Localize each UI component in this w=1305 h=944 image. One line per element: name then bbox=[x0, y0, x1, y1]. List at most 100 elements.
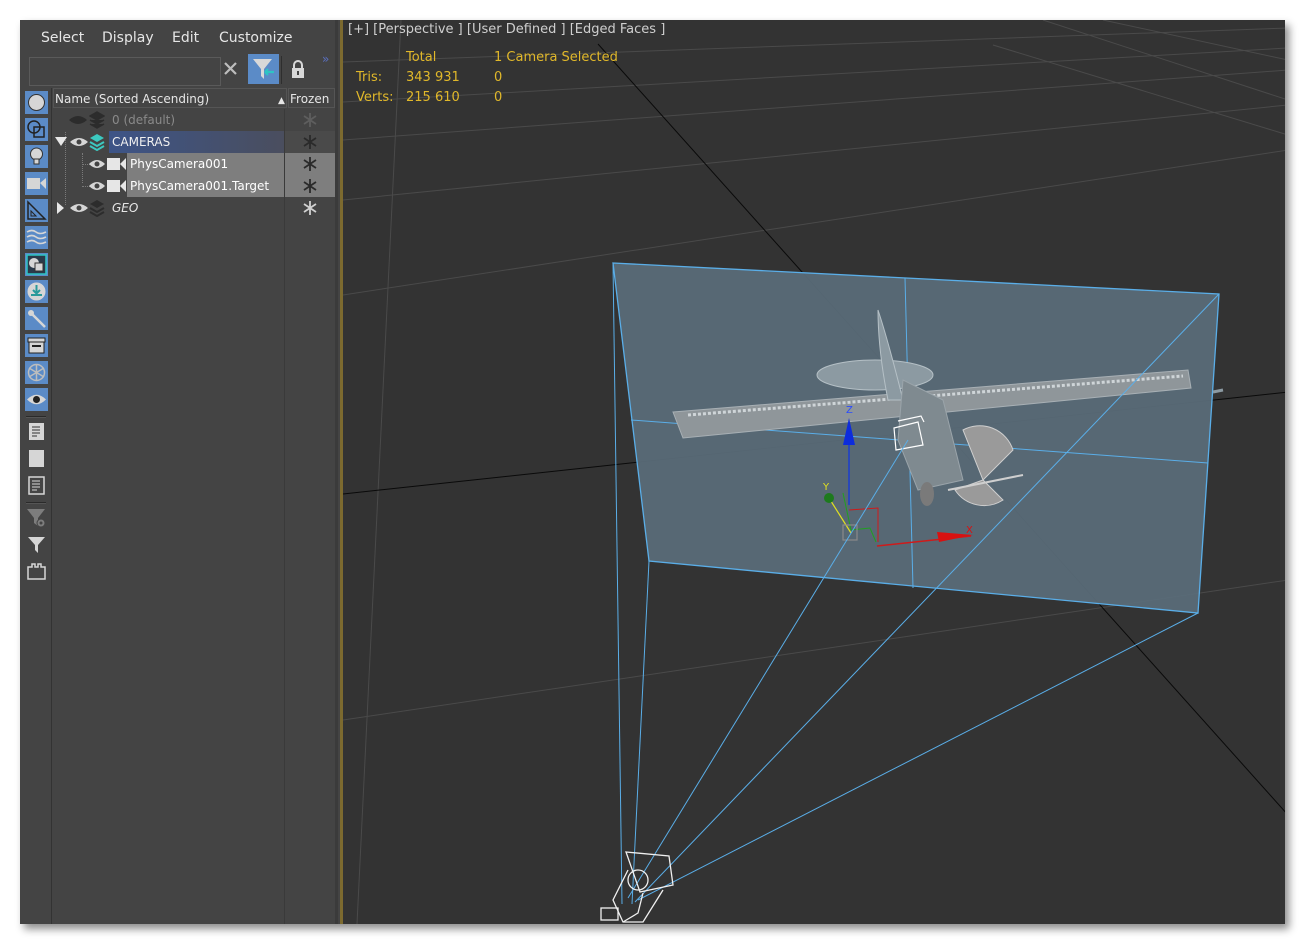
display-toolbar bbox=[20, 88, 52, 924]
display-bones-button[interactable] bbox=[25, 307, 48, 330]
stats-header-selected: 1 Camera Selected bbox=[494, 50, 618, 65]
display-xrefs-icon bbox=[27, 282, 46, 301]
grid-line bbox=[343, 47, 1285, 103]
frozen-toggle[interactable] bbox=[285, 175, 335, 197]
display-shapes-button[interactable] bbox=[25, 118, 48, 141]
visible-eye-icon[interactable] bbox=[88, 180, 106, 192]
display-helpers-button[interactable] bbox=[25, 199, 48, 222]
stats-tris-total: 343 931 bbox=[406, 70, 460, 85]
grid-line bbox=[343, 104, 1285, 201]
close-icon bbox=[224, 62, 237, 75]
lock-button[interactable] bbox=[290, 58, 306, 80]
stats-verts-label: Verts: bbox=[356, 90, 394, 105]
toolbar-block-icon bbox=[27, 563, 46, 580]
display-containers-icon bbox=[27, 337, 46, 354]
frozen-toggle[interactable] bbox=[285, 197, 335, 219]
sort-ascending-icon: ▲ bbox=[278, 96, 285, 106]
snowflake-icon bbox=[303, 113, 317, 127]
snowflake-icon bbox=[303, 135, 317, 149]
display-all-button[interactable] bbox=[25, 420, 48, 443]
layer-stack-icon bbox=[89, 200, 105, 217]
visible-eye-icon[interactable] bbox=[69, 202, 89, 214]
display-frozen-icon bbox=[27, 363, 46, 382]
display-helpers-icon bbox=[27, 200, 47, 220]
tree-row-cameras-layer[interactable]: CAMERAS bbox=[52, 131, 335, 153]
row-label: GEO bbox=[112, 201, 139, 215]
menu-select[interactable]: Select bbox=[41, 30, 84, 46]
menu-display[interactable]: Display bbox=[102, 30, 154, 46]
frozen-toggle[interactable] bbox=[285, 109, 335, 131]
row-label: PhysCamera001.Target bbox=[127, 175, 285, 197]
tree-row-default-layer[interactable]: 0 (default) bbox=[52, 109, 335, 131]
perspective-viewport[interactable]: Z X Y [+] [Perspective] [User Defined]… bbox=[340, 20, 1285, 924]
invert-display-icon bbox=[28, 476, 45, 495]
display-hidden-icon bbox=[27, 394, 46, 405]
display-geometry-button[interactable] bbox=[25, 91, 48, 114]
toolbar-block-button[interactable] bbox=[25, 560, 48, 583]
display-cameras-button[interactable] bbox=[25, 172, 48, 195]
frozen-toggle[interactable] bbox=[285, 131, 335, 153]
expand-arrow-right-icon[interactable] bbox=[57, 202, 65, 214]
tree-row-physcamera001[interactable]: PhysCamera001 bbox=[52, 153, 335, 175]
active-layer-icon bbox=[89, 134, 105, 151]
toolbar-separator bbox=[26, 502, 46, 504]
menu-customize[interactable]: Customize bbox=[219, 30, 293, 46]
display-hidden-button[interactable] bbox=[25, 388, 48, 411]
stats-tris-selected: 0 bbox=[494, 70, 503, 85]
scene-tree: Name (Sorted Ascending) ▲ Frozen 0 (defa… bbox=[52, 87, 335, 924]
expand-toolbar-button[interactable]: » bbox=[322, 52, 329, 66]
row-label: PhysCamera001 bbox=[127, 153, 285, 175]
stats-verts-selected: 0 bbox=[494, 90, 503, 105]
row-label: CAMERAS bbox=[109, 131, 285, 153]
clear-search-button[interactable] bbox=[221, 58, 241, 80]
scene-explorer-panel: Select Display Edit Customize » Name (So… bbox=[20, 20, 338, 924]
grid-line bbox=[343, 69, 1285, 141]
filter-button[interactable] bbox=[25, 533, 48, 556]
gizmo-y-arrow bbox=[824, 493, 834, 503]
expand-arrow-down-icon[interactable] bbox=[55, 137, 67, 147]
search-input[interactable] bbox=[29, 57, 221, 86]
display-none-button[interactable] bbox=[25, 447, 48, 470]
grid-line bbox=[992, 44, 1285, 135]
stats-verts-total: 215 610 bbox=[406, 90, 460, 105]
snowflake-icon bbox=[303, 201, 317, 215]
panel-splitter[interactable] bbox=[335, 20, 338, 924]
display-space-warps-icon bbox=[26, 229, 47, 245]
toolbar-separator bbox=[281, 56, 282, 84]
display-frozen-button[interactable] bbox=[25, 361, 48, 384]
column-header-frozen[interactable]: Frozen bbox=[288, 88, 335, 108]
gizmo-x-label: X bbox=[966, 525, 973, 536]
filter-arrow-icon bbox=[253, 59, 274, 79]
display-bones-icon bbox=[28, 310, 46, 328]
menu-edit[interactable]: Edit bbox=[172, 30, 199, 46]
snowflake-icon bbox=[303, 157, 317, 171]
camera-icon bbox=[107, 158, 126, 170]
column-divider bbox=[284, 109, 285, 924]
display-none-icon bbox=[29, 450, 44, 467]
viewport-scene: Z X Y bbox=[343, 20, 1285, 924]
menu-bar: Select Display Edit Customize bbox=[20, 20, 338, 56]
display-geometry-icon bbox=[28, 94, 45, 111]
visible-eye-icon[interactable] bbox=[88, 158, 106, 170]
display-groups-icon bbox=[26, 254, 47, 275]
visible-eye-icon[interactable] bbox=[69, 136, 89, 148]
display-lights-button[interactable] bbox=[25, 145, 48, 168]
display-groups-button[interactable] bbox=[25, 253, 48, 276]
invert-display-button[interactable] bbox=[25, 474, 48, 497]
viewport-label-menu[interactable]: [+] [Perspective ] [User Defined ] [Edge… bbox=[348, 22, 665, 37]
display-cameras-icon bbox=[27, 178, 46, 189]
display-containers-button[interactable] bbox=[25, 334, 48, 357]
tree-row-physcamera001-target[interactable]: PhysCamera001.Target bbox=[52, 175, 335, 197]
stats-header-total: Total bbox=[406, 50, 437, 65]
tree-row-geo-layer[interactable]: GEO bbox=[52, 197, 335, 219]
frozen-toggle[interactable] bbox=[285, 153, 335, 175]
column-header-name[interactable]: Name (Sorted Ascending) ▲ bbox=[53, 88, 287, 108]
display-space-warps-button[interactable] bbox=[25, 226, 48, 249]
column-name-label: Name (Sorted Ascending) bbox=[55, 92, 210, 106]
display-xrefs-button[interactable] bbox=[25, 280, 48, 303]
select-filter-button[interactable] bbox=[248, 54, 279, 84]
camera-icon bbox=[107, 180, 126, 192]
snowflake-icon bbox=[303, 179, 317, 193]
stats-tris-label: Tris: bbox=[356, 70, 383, 85]
filter-settings-button[interactable] bbox=[25, 506, 48, 529]
